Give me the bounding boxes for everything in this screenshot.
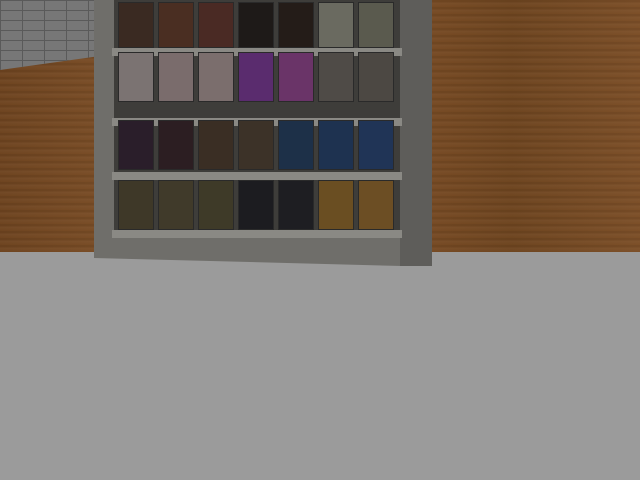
book-cover[interactable] — [278, 120, 314, 170]
floor — [0, 252, 640, 480]
book-cover[interactable] — [358, 2, 394, 48]
bookshelf[interactable] — [94, 0, 432, 266]
book-cover[interactable] — [198, 52, 234, 102]
book-cover[interactable] — [318, 52, 354, 102]
book-cover[interactable] — [358, 52, 394, 102]
book-cover[interactable] — [158, 120, 194, 170]
book-cover[interactable] — [158, 2, 194, 48]
book-cover[interactable] — [278, 52, 314, 102]
book-cover[interactable] — [118, 52, 154, 102]
book-cover[interactable] — [238, 120, 274, 170]
shelf-board — [112, 172, 402, 180]
book-cover[interactable] — [158, 180, 194, 230]
book-cover[interactable] — [278, 2, 314, 48]
book-cover[interactable] — [318, 180, 354, 230]
book-cover[interactable] — [158, 52, 194, 102]
book-cover[interactable] — [238, 2, 274, 48]
book-cover[interactable] — [318, 120, 354, 170]
game-viewport[interactable] — [0, 0, 640, 480]
book-cover[interactable] — [318, 2, 354, 48]
book-cover[interactable] — [118, 120, 154, 170]
book-cover[interactable] — [278, 180, 314, 230]
book-cover[interactable] — [198, 2, 234, 48]
book-cover[interactable] — [118, 2, 154, 48]
shelf-board — [112, 230, 402, 238]
book-cover[interactable] — [198, 180, 234, 230]
book-cover[interactable] — [238, 52, 274, 102]
book-cover[interactable] — [358, 180, 394, 230]
book-cover[interactable] — [358, 120, 394, 170]
book-cover[interactable] — [238, 180, 274, 230]
book-cover[interactable] — [118, 180, 154, 230]
book-cover[interactable] — [198, 120, 234, 170]
bookshelf-side-panel — [400, 0, 432, 266]
